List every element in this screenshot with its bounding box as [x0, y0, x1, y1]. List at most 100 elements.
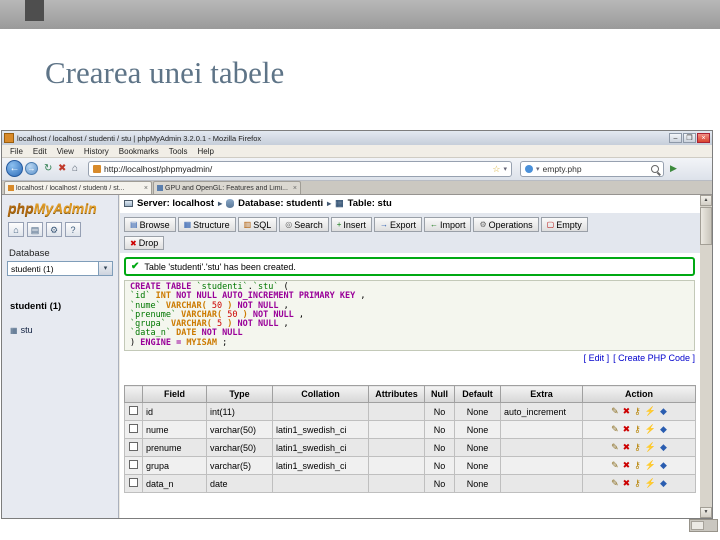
- docs-icon[interactable]: ?: [65, 222, 81, 237]
- search-input[interactable]: empty.php: [543, 164, 648, 174]
- result-link[interactable]: [ Edit ]: [584, 353, 610, 363]
- result-link[interactable]: [ Create PHP Code ]: [613, 353, 695, 363]
- breadcrumb-server[interactable]: Server: localhost: [137, 198, 214, 209]
- window-controls: – ❒ ×: [669, 133, 710, 143]
- search-engine-dropdown-icon[interactable]: ▾: [536, 165, 540, 173]
- table-icon: ▦: [10, 325, 18, 335]
- reload-icon[interactable]: ↻: [44, 162, 52, 176]
- row-checkbox[interactable]: [129, 478, 138, 487]
- chevron-down-icon[interactable]: ▾: [98, 262, 112, 275]
- home-icon[interactable]: ⌂: [72, 162, 78, 176]
- success-message-text: Table 'studenti'.'stu' has been created.: [144, 261, 296, 272]
- close-tab-icon[interactable]: ×: [144, 185, 148, 192]
- menu-tools[interactable]: Tools: [164, 147, 193, 156]
- tab-browse[interactable]: ▤ Browse: [124, 217, 176, 232]
- primary-icon[interactable]: ⚷: [634, 424, 641, 434]
- change-icon[interactable]: ✎: [611, 442, 619, 452]
- change-icon[interactable]: ✎: [611, 406, 619, 416]
- settings-icon[interactable]: ⚙: [46, 222, 62, 237]
- close-button[interactable]: ×: [697, 133, 710, 143]
- breadcrumb-database[interactable]: Database: studenti: [238, 198, 323, 209]
- unique-icon[interactable]: ◆: [660, 478, 667, 488]
- query-window-icon[interactable]: ▤: [27, 222, 43, 237]
- drop-icon[interactable]: ✖: [623, 424, 631, 434]
- address-bar[interactable]: http://localhost/phpmyadmin/ ☆ ▾: [88, 161, 512, 177]
- browser-tab-2[interactable]: GPU and OpenGL: Features and Limi... ×: [153, 181, 301, 194]
- column-header-attributes: Attributes: [368, 385, 425, 403]
- window-titlebar[interactable]: localhost / localhost / studenti / stu |…: [2, 131, 712, 145]
- browser-tab-1[interactable]: localhost / localhost / studenti / st...…: [4, 181, 152, 194]
- index-icon[interactable]: ⚡: [645, 460, 656, 470]
- unique-icon[interactable]: ◆: [660, 442, 667, 452]
- row-checkbox[interactable]: [129, 406, 138, 415]
- tab-empty[interactable]: ▢ Empty: [540, 217, 588, 232]
- cell-attributes: [368, 474, 425, 493]
- tab-drop[interactable]: ✖ Drop: [124, 236, 165, 250]
- search-icon[interactable]: [651, 165, 659, 173]
- scrollbar-thumb[interactable]: [700, 207, 712, 245]
- tab-search[interactable]: ◎ Search: [279, 217, 329, 232]
- menu-edit[interactable]: Edit: [28, 147, 52, 156]
- drop-icon[interactable]: ✖: [623, 406, 631, 416]
- pma-tab-label: Structure: [193, 219, 230, 230]
- cell-action: ✎ ✖ ⚷ ⚡ ◆: [582, 420, 696, 439]
- minimize-button[interactable]: –: [669, 133, 682, 143]
- horizontal-scrollbar-thumb[interactable]: [691, 521, 704, 530]
- menu-help[interactable]: Help: [192, 147, 218, 156]
- go-icon[interactable]: ▶: [670, 163, 677, 174]
- menu-view[interactable]: View: [52, 147, 79, 156]
- tab-insert[interactable]: + Insert: [330, 217, 372, 232]
- maximize-button[interactable]: ❒: [683, 133, 696, 143]
- index-icon[interactable]: ⚡: [645, 424, 656, 434]
- change-icon[interactable]: ✎: [611, 478, 619, 488]
- database-select[interactable]: studenti (1) ▾: [7, 261, 113, 276]
- change-icon[interactable]: ✎: [611, 460, 619, 470]
- index-icon[interactable]: ⚡: [645, 406, 656, 416]
- unique-icon[interactable]: ◆: [660, 424, 667, 434]
- back-button[interactable]: ←: [6, 160, 23, 177]
- menu-history[interactable]: History: [79, 147, 114, 156]
- database-select-value: studenti (1): [11, 263, 54, 274]
- menu-file[interactable]: File: [5, 147, 28, 156]
- home-icon[interactable]: ⌂: [8, 222, 24, 237]
- row-checkbox[interactable]: [129, 442, 138, 451]
- unique-icon[interactable]: ◆: [660, 406, 667, 416]
- drop-icon[interactable]: ✖: [623, 460, 631, 470]
- unique-icon[interactable]: ◆: [660, 460, 667, 470]
- sidebar-database-link[interactable]: studenti (1): [10, 301, 61, 312]
- drop-icon[interactable]: ✖: [623, 442, 631, 452]
- primary-icon[interactable]: ⚷: [634, 406, 641, 416]
- tab-structure[interactable]: ▦ Structure: [177, 217, 236, 232]
- tab-operations[interactable]: ⚙ Operations: [473, 217, 539, 232]
- column-header-field: Field: [142, 385, 207, 403]
- breadcrumb-table[interactable]: Table: stu: [348, 198, 392, 209]
- primary-icon[interactable]: ⚷: [634, 478, 641, 488]
- menu-bookmarks[interactable]: Bookmarks: [114, 147, 164, 156]
- row-checkbox[interactable]: [129, 424, 138, 433]
- column-header-type: Type: [206, 385, 273, 403]
- horizontal-scrollbar[interactable]: [689, 519, 718, 532]
- tab-export[interactable]: → Export: [373, 217, 422, 232]
- stop-icon[interactable]: ✖: [58, 162, 66, 176]
- scroll-down-icon[interactable]: ▼: [700, 507, 712, 518]
- primary-icon[interactable]: ⚷: [634, 460, 641, 470]
- history-dropdown-icon[interactable]: ▾: [503, 165, 507, 173]
- drop-icon[interactable]: ✖: [623, 478, 631, 488]
- scroll-up-icon[interactable]: ▲: [700, 195, 712, 206]
- vertical-scrollbar[interactable]: ▲ ▼: [700, 195, 712, 518]
- row-checkbox[interactable]: [129, 460, 138, 469]
- forward-button[interactable]: →: [25, 162, 38, 175]
- tab-sql[interactable]: ▥ SQL: [237, 217, 278, 232]
- search-bar[interactable]: ▾ empty.php: [520, 161, 664, 177]
- index-icon[interactable]: ⚡: [645, 442, 656, 452]
- sidebar-table-stu[interactable]: ▦ stu: [10, 325, 33, 335]
- bookmark-star-icon[interactable]: ☆: [492, 164, 500, 175]
- change-icon[interactable]: ✎: [611, 424, 619, 434]
- tab-import[interactable]: ← Import: [423, 217, 472, 232]
- success-message-box: ✔ Table 'studenti'.'stu' has been create…: [124, 257, 695, 276]
- primary-icon[interactable]: ⚷: [634, 442, 641, 452]
- close-tab-icon[interactable]: ×: [293, 185, 297, 192]
- url-input[interactable]: http://localhost/phpmyadmin/: [104, 164, 489, 174]
- index-icon[interactable]: ⚡: [645, 478, 656, 488]
- search-engine-icon[interactable]: [525, 165, 533, 173]
